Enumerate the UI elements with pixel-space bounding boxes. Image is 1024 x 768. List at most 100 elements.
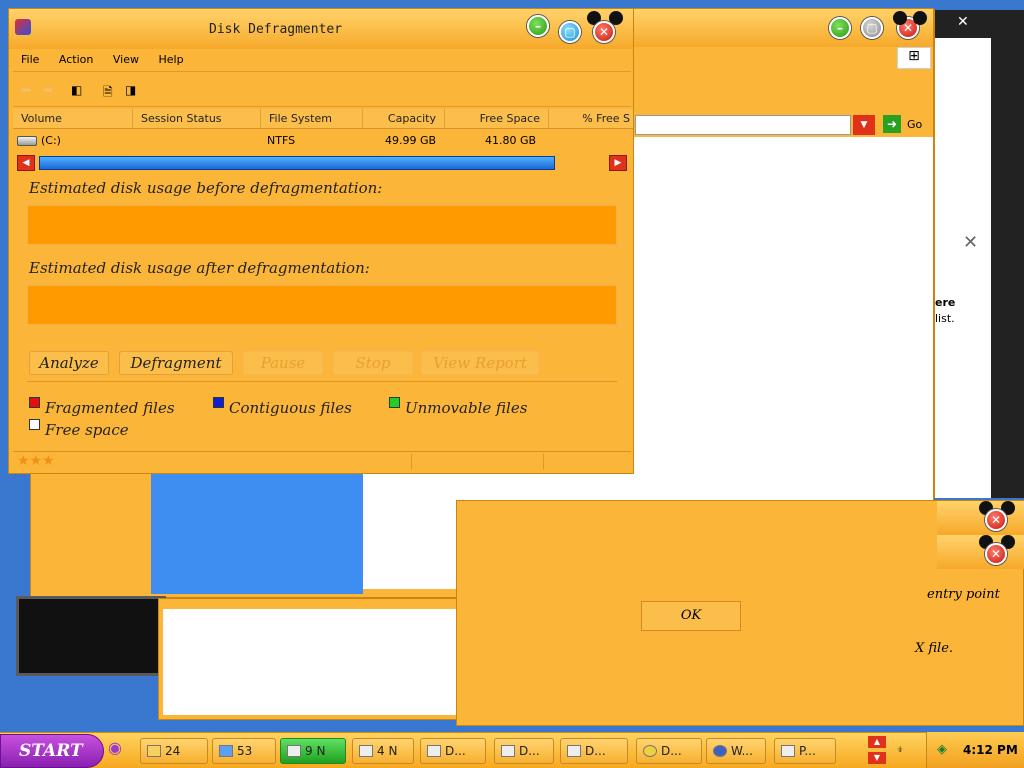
right-window-side [991, 38, 1024, 498]
right-window-close-button[interactable]: ✕ [957, 14, 969, 30]
taskbar-item[interactable]: 53 [212, 738, 276, 764]
minimize-button[interactable]: – [527, 15, 549, 37]
right-window-titlebar [935, 10, 1024, 38]
unmovable-swatch [389, 397, 400, 408]
scroll-left-button[interactable]: ◀ [17, 155, 35, 171]
clock[interactable]: 4:12 PM [963, 743, 1018, 757]
forward-arrow-icon[interactable]: ➡ [43, 83, 53, 97]
mickey-ear-icon [913, 11, 927, 25]
horizontal-scrollbar[interactable]: ◀ ▶ [13, 153, 633, 175]
status-bar: ★★★ [13, 451, 631, 471]
ok-button[interactable]: OK [641, 601, 741, 631]
start-button[interactable]: START [0, 734, 104, 768]
right-window-strip: ✕ ✕ ere list. [934, 10, 1024, 498]
x-app-icon [643, 745, 657, 757]
error-dialog-close-button[interactable]: ✕ [985, 509, 1007, 531]
taskbar-item-label: D... [585, 744, 606, 758]
pause-button[interactable]: Pause [243, 351, 323, 375]
scroll-right-button[interactable]: ▶ [609, 155, 627, 171]
maximize-button[interactable]: ▢ [559, 21, 581, 43]
xp-logo-icon: ⊞ [897, 47, 931, 69]
menu-help[interactable]: Help [150, 50, 191, 69]
menu-view[interactable]: View [105, 50, 147, 69]
taskbar-item[interactable]: P... [774, 738, 836, 764]
contiguous-label: Contiguous files [229, 399, 352, 417]
properties-icon[interactable]: 🗎 [103, 83, 113, 99]
quick-launch-icon[interactable]: ◉ [108, 738, 128, 764]
after-label: Estimated disk usage after defragmentati… [29, 259, 370, 277]
taskbar-item-label: D... [445, 744, 466, 758]
view-report-button[interactable]: View Report [421, 351, 539, 375]
taskbar-item-active[interactable]: 9 N [280, 738, 346, 764]
help-icon[interactable]: ◨ [125, 83, 136, 97]
column-percent-free[interactable]: % Free S [549, 109, 633, 128]
error-dialog: ✕ ✕ OK entry point X file. [456, 500, 1024, 726]
column-capacity[interactable]: Capacity [363, 109, 445, 128]
volume-name: (C:) [41, 134, 61, 147]
taskbar-item-label: 9 N [305, 744, 326, 758]
dialog-text-2: X file. [915, 641, 954, 656]
address-dropdown-button[interactable]: ▼ [853, 115, 875, 135]
taskbar-item[interactable]: 4 N [352, 738, 414, 764]
volume-row[interactable]: (C:) NTFS 49.99 GB 41.80 GB [13, 130, 633, 152]
side-text-1: ere [935, 296, 956, 309]
menu-file[interactable]: File [13, 50, 47, 69]
paint-icon [781, 745, 795, 757]
taskbar-item[interactable]: D... [494, 738, 554, 764]
network-icon[interactable]: ◈ [937, 742, 947, 757]
close-button[interactable]: ✕ [593, 21, 615, 43]
show-hide-console-icon[interactable]: ◧ [71, 83, 82, 97]
after-usage-display [27, 285, 617, 325]
dialog-text-1: entry point [927, 587, 1000, 602]
error-dialog-close-button-2[interactable]: ✕ [985, 543, 1007, 565]
analyze-button[interactable]: Analyze [29, 351, 109, 375]
column-free-space[interactable]: Free Space [445, 109, 549, 128]
dismiss-icon[interactable]: ✕ [963, 232, 978, 253]
go-button[interactable]: Go [907, 118, 922, 131]
defrag-app-icon [15, 19, 31, 35]
taskbar-item[interactable]: D... [560, 738, 628, 764]
defragment-button[interactable]: Defragment [119, 351, 233, 375]
free-space-swatch [29, 419, 40, 430]
address-bar[interactable] [635, 115, 851, 135]
tray-pin-icon[interactable]: ⍖ [896, 742, 904, 757]
window-icon [501, 745, 515, 757]
taskbar-item[interactable]: 24 [140, 738, 208, 764]
stop-button[interactable]: Stop [333, 351, 413, 375]
taskbar-item[interactable]: W... [706, 738, 766, 764]
status-divider-2 [543, 454, 544, 470]
column-volume[interactable]: Volume [13, 109, 133, 128]
taskbar-item[interactable]: D... [420, 738, 486, 764]
background-window-restore-button[interactable]: ▢ [861, 17, 883, 39]
menu-action[interactable]: Action [51, 50, 101, 69]
column-file-system[interactable]: File System [261, 109, 363, 128]
legend-divider [27, 381, 617, 382]
column-session-status[interactable]: Session Status [133, 109, 261, 128]
disk-defragmenter-window: Disk Defragmenter – ▢ ✕ File Action View… [8, 8, 634, 474]
defrag-title: Disk Defragmenter [209, 22, 343, 37]
volume-free-space: 41.80 GB [485, 134, 537, 147]
window-icon [359, 745, 373, 757]
go-arrow-icon[interactable]: ➜ [883, 115, 901, 133]
toolbar: ⬅ ➡ ◧ 🗎 ◨ [13, 73, 631, 107]
taskbar-item-label: P... [799, 744, 816, 758]
taskbar-scroll-down-button[interactable]: ▼ [868, 752, 886, 764]
volume-list-header: Volume Session Status File System Capaci… [13, 109, 633, 129]
taskbar-item[interactable]: D... [636, 738, 702, 764]
contiguous-swatch [213, 397, 224, 408]
document-icon [219, 745, 233, 757]
folder-icon [147, 745, 161, 757]
before-label: Estimated disk usage before defragmentat… [29, 179, 383, 197]
ok-button-label: OK [680, 608, 702, 623]
status-divider [411, 454, 412, 470]
system-tray: ◈ 4:12 PM [926, 732, 1024, 768]
scroll-thumb[interactable] [39, 156, 555, 170]
background-window-minimize-button[interactable]: – [829, 17, 851, 39]
taskbar-scroll-up-button[interactable]: ▲ [868, 736, 886, 748]
taskbar-item-label: 53 [237, 744, 253, 758]
back-arrow-icon[interactable]: ⬅ [21, 83, 31, 97]
taskbar-item-label: D... [519, 744, 540, 758]
fragmented-swatch [29, 397, 40, 408]
explorer-icon [287, 745, 301, 757]
star-icon: ★★★ [17, 453, 55, 469]
